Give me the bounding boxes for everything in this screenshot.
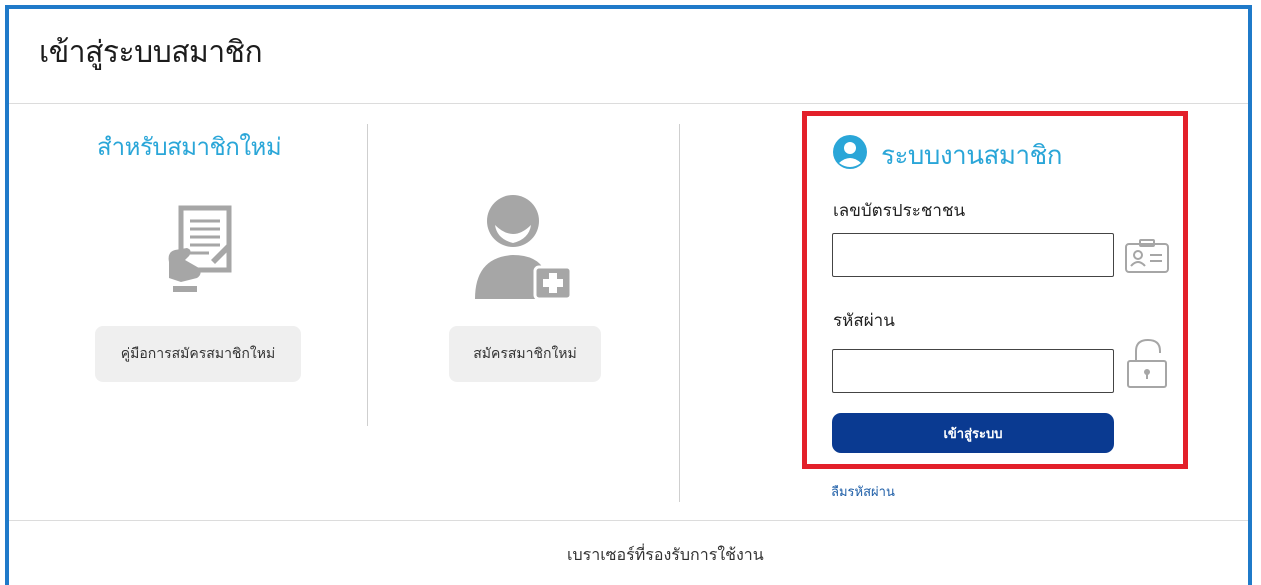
password-label: รหัสผ่าน [833, 311, 895, 331]
id-number-label: เลขบัตรประชาชน [833, 201, 966, 221]
page-header: เข้าสู่ระบบสมาชิก [9, 9, 1248, 104]
forgot-password-link[interactable]: ลืมรหัสผ่าน [831, 481, 895, 502]
id-card-icon [1124, 238, 1172, 274]
guide-button[interactable]: คู่มือการสมัครสมาชิกใหม่ [95, 326, 301, 382]
login-button[interactable]: เข้าสู่ระบบ [832, 413, 1114, 453]
column-divider-2 [679, 124, 680, 502]
id-number-input[interactable] [832, 233, 1114, 277]
register-button[interactable]: สมัครสมาชิกใหม่ [449, 326, 601, 382]
user-add-icon [471, 191, 591, 311]
page-title: เข้าสู่ระบบสมาชิก [39, 35, 263, 70]
column-divider-1 [367, 124, 368, 426]
user-circle-icon [833, 135, 867, 169]
password-input[interactable] [832, 349, 1114, 393]
unlock-icon [1124, 337, 1172, 389]
guide-document-icon [159, 204, 239, 304]
login-heading: ระบบงานสมาชิก [881, 141, 1063, 171]
page-frame: เข้าสู่ระบบสมาชิก สำหรับสมาชิกใหม่ คู่มื… [5, 5, 1252, 585]
footer-divider [9, 520, 1248, 521]
supported-browsers-link[interactable]: เบราเซอร์ที่รองรับการใช้งาน [567, 543, 764, 568]
new-member-title: สำหรับสมาชิกใหม่ [97, 133, 282, 161]
